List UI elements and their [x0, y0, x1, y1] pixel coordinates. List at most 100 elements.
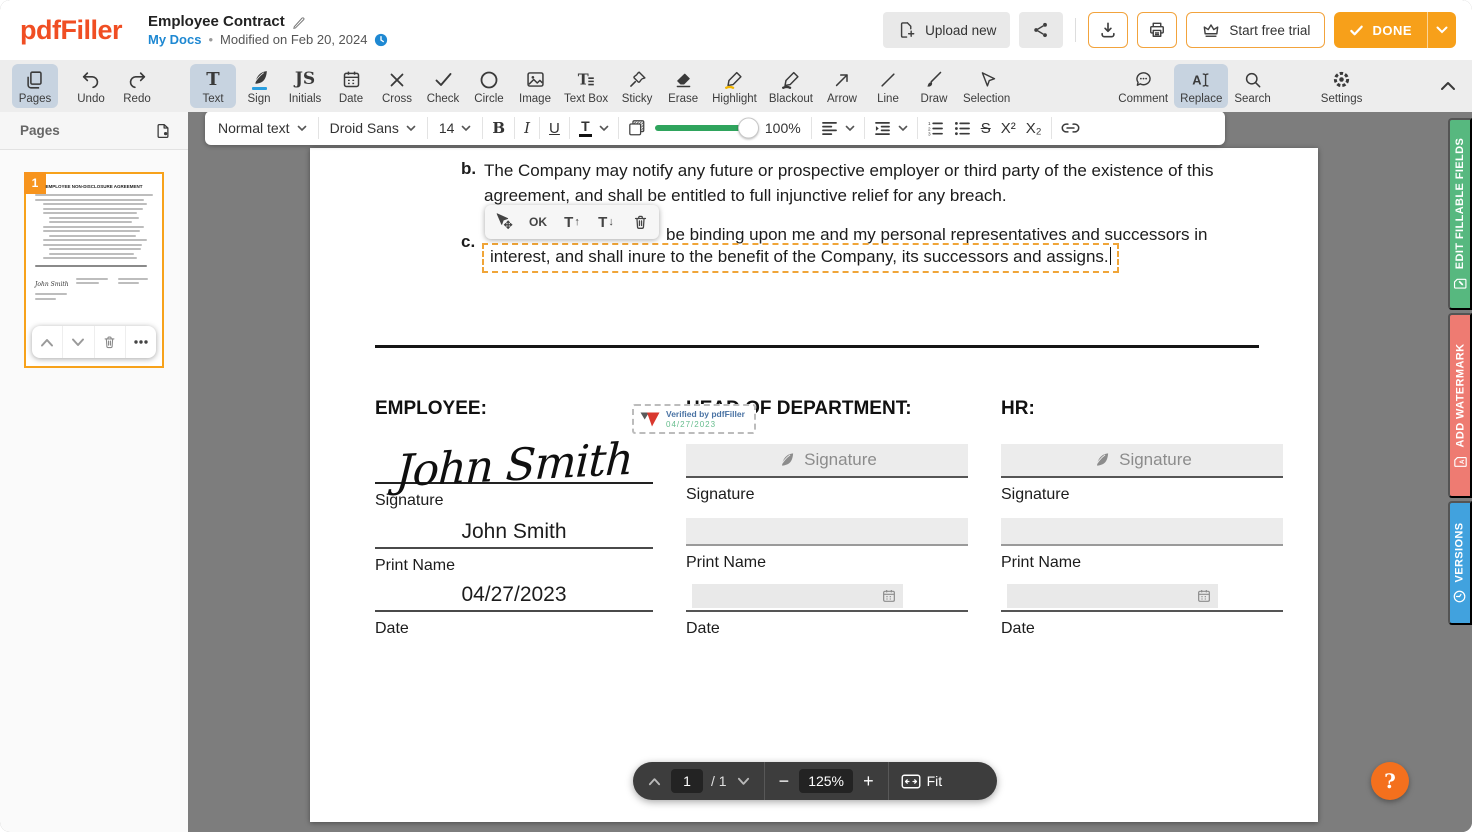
fit-to-width-button[interactable]: Fit: [901, 773, 943, 789]
tool-replace[interactable]: A Replace: [1174, 64, 1228, 108]
document-page[interactable]: b. The Company may notify any future or …: [310, 148, 1318, 822]
add-watermark-tab[interactable]: A ADD WATERMARK: [1448, 313, 1472, 498]
text-align-dropdown[interactable]: [816, 114, 860, 142]
move-page-down-button[interactable]: [63, 326, 94, 358]
zoom-in-button[interactable]: +: [861, 772, 876, 790]
strikethrough-button[interactable]: S: [976, 114, 996, 142]
font-family-dropdown[interactable]: Droid Sans: [323, 114, 423, 142]
rename-pencil-icon[interactable]: [292, 15, 306, 29]
head-date-box[interactable]: [692, 584, 903, 608]
tool-image[interactable]: Image: [512, 64, 558, 108]
tool-sign[interactable]: Sign: [236, 64, 282, 108]
done-button[interactable]: DONE: [1334, 12, 1427, 48]
tool-search[interactable]: Search: [1228, 64, 1276, 108]
font-color-dropdown[interactable]: T: [574, 114, 614, 142]
head-signature-button[interactable]: Signature: [686, 444, 968, 478]
link-button[interactable]: [1056, 114, 1085, 142]
upload-new-button[interactable]: Upload new: [883, 12, 1010, 48]
tool-text[interactable]: T Text: [190, 64, 236, 108]
indent-dropdown[interactable]: [869, 114, 913, 142]
signature-column-employee: EMPLOYEE: John Smith Signature John Smit…: [375, 398, 653, 639]
done-split-button[interactable]: DONE: [1334, 12, 1456, 48]
history-clock-icon[interactable]: [374, 33, 388, 47]
employee-print-name-label: Print Name: [375, 557, 653, 576]
clause-c-label: c.: [461, 232, 475, 252]
edit-fillable-fields-tab[interactable]: EDIT FILLABLE FIELDS: [1448, 118, 1472, 310]
employee-print-name-field[interactable]: John Smith: [375, 511, 653, 549]
superscript-button[interactable]: X²: [996, 114, 1021, 142]
bold-button[interactable]: B: [487, 114, 510, 142]
help-button[interactable]: ?: [1371, 762, 1409, 800]
numbered-list-button[interactable]: 123: [922, 114, 949, 142]
done-dropdown-button[interactable]: [1428, 12, 1456, 48]
employee-signature-value: John Smith: [394, 434, 633, 498]
tool-cross[interactable]: Cross: [374, 64, 420, 108]
decrease-font-button[interactable]: T↓: [590, 208, 622, 236]
tool-settings[interactable]: Settings: [1315, 64, 1369, 108]
breadcrumb-my-docs[interactable]: My Docs: [148, 32, 201, 47]
move-page-up-button[interactable]: [32, 326, 63, 358]
confirm-ok-button[interactable]: OK: [522, 208, 554, 236]
pdffiller-logo: pdfFiller: [20, 15, 122, 46]
tool-erase[interactable]: Erase: [660, 64, 706, 108]
tool-circle[interactable]: Circle: [466, 64, 512, 108]
tool-text-box[interactable]: T Text Box: [558, 64, 614, 108]
zoom-out-button[interactable]: −: [777, 772, 792, 790]
hr-date-field[interactable]: [1001, 584, 1283, 612]
tool-arrow[interactable]: Arrow: [819, 64, 865, 108]
increase-font-button[interactable]: T↑: [556, 208, 588, 236]
paragraph-style-dropdown[interactable]: Normal text: [211, 114, 314, 142]
tool-pages[interactable]: Pages: [12, 64, 58, 108]
page-thumbnail-1[interactable]: 1 EMPLOYEE NON-DISCLOSURE AGREEMENT: [24, 172, 164, 368]
bullet-list-button[interactable]: [949, 114, 976, 142]
page-more-options-button[interactable]: [126, 326, 156, 358]
verified-by-pdffiller-badge[interactable]: Verified by pdfFiller 04/27/2023: [632, 404, 756, 434]
tool-line[interactable]: Line: [865, 64, 911, 108]
font-size-dropdown[interactable]: 14: [432, 114, 479, 142]
head-print-name-field[interactable]: [686, 518, 968, 546]
opacity-slider-knob[interactable]: [738, 118, 759, 139]
delete-page-button[interactable]: [95, 326, 126, 358]
page-number-input[interactable]: [671, 769, 703, 793]
tool-blackout[interactable]: Blackout: [763, 64, 819, 108]
check-icon: [434, 68, 453, 91]
underline-button[interactable]: U: [544, 114, 565, 142]
hr-date-box[interactable]: [1007, 584, 1218, 608]
tool-date[interactable]: Date: [328, 64, 374, 108]
page-settings-icon[interactable]: [154, 122, 172, 140]
fit-label: Fit: [927, 773, 943, 789]
selected-text-box[interactable]: interest, and shall inure to the benefit…: [482, 243, 1119, 273]
tool-undo[interactable]: Undo: [68, 64, 114, 108]
tool-redo[interactable]: Redo: [114, 64, 160, 108]
page-zoom-controls: / 1 − 125% + Fit: [633, 762, 997, 800]
delete-text-button[interactable]: [624, 208, 656, 236]
zoom-level[interactable]: 125%: [799, 769, 853, 793]
employee-signature-field[interactable]: John Smith: [375, 422, 653, 484]
tool-highlight[interactable]: Highlight: [706, 64, 763, 108]
tool-draw[interactable]: Draw: [911, 64, 957, 108]
italic-button[interactable]: I: [519, 114, 535, 142]
tool-initials[interactable]: JS Initials: [282, 64, 328, 108]
move-text-button[interactable]: [488, 208, 520, 236]
print-button[interactable]: [1137, 12, 1177, 48]
collapse-toolbar-button[interactable]: [1434, 75, 1462, 97]
font-color-swatch: [579, 134, 592, 137]
start-free-trial-button[interactable]: Start free trial: [1186, 12, 1325, 48]
tool-sticky[interactable]: Sticky: [614, 64, 660, 108]
tool-comment[interactable]: Comment: [1112, 64, 1174, 108]
head-date-field[interactable]: [686, 584, 968, 612]
tool-check[interactable]: Check: [420, 64, 466, 108]
employee-date-field[interactable]: 04/27/2023: [375, 576, 653, 612]
download-button[interactable]: [1088, 12, 1128, 48]
share-button[interactable]: [1019, 12, 1063, 48]
previous-page-button[interactable]: [646, 775, 663, 788]
undo-icon: [80, 68, 102, 91]
tool-selection[interactable]: Selection: [957, 64, 1016, 108]
next-page-button[interactable]: [735, 775, 752, 788]
versions-tab[interactable]: VERSIONS: [1448, 501, 1472, 625]
hr-signature-button[interactable]: Signature: [1001, 444, 1283, 478]
opacity-slider[interactable]: [655, 125, 755, 131]
subscript-button[interactable]: X₂: [1021, 114, 1047, 142]
pages-sidebar: Pages 1 EMPLOYEE NON-DISCLOSURE AGREEMEN…: [0, 112, 188, 832]
hr-print-name-field[interactable]: [1001, 518, 1283, 546]
